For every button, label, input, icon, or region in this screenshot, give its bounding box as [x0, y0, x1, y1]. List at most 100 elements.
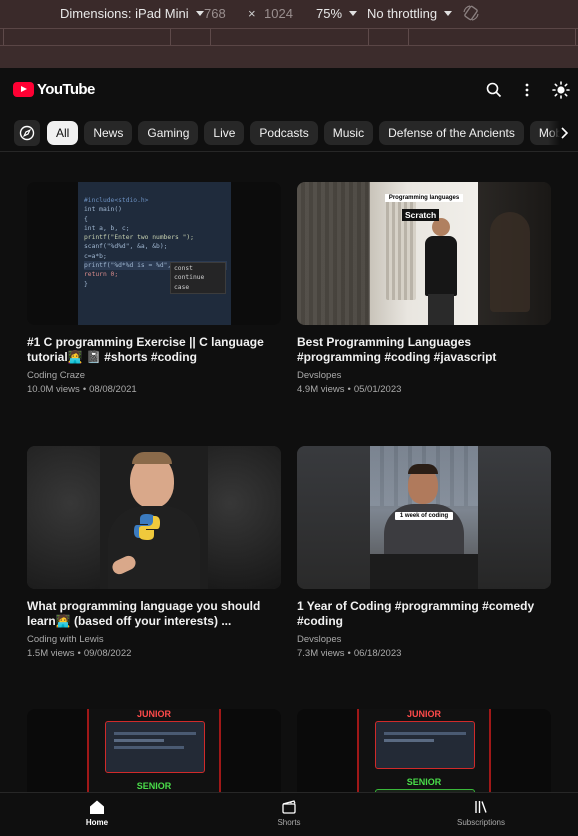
channel-name[interactable]: Devslopes: [297, 634, 551, 645]
chip-podcasts[interactable]: Podcasts: [250, 121, 318, 145]
nav-shorts[interactable]: Shorts: [249, 799, 329, 827]
view-count: 7.3M views: [297, 648, 345, 659]
youtube-play-icon: [13, 82, 34, 97]
video-meta: 10.0M views • 08/08/2021: [27, 384, 281, 395]
upload-date: 06/18/2023: [353, 648, 402, 659]
more-vert-icon: [525, 83, 529, 97]
logo-text: YouTube: [37, 81, 95, 98]
category-chip-bar: All News Gaming Live Podcasts Music Defe…: [0, 116, 578, 152]
meta-separator: •: [77, 648, 81, 659]
person-legs: [428, 294, 454, 325]
search-icon: [486, 82, 502, 98]
explore-button[interactable]: [14, 120, 40, 146]
channel-name[interactable]: Devslopes: [297, 370, 551, 381]
channel-name[interactable]: Coding with Lewis: [27, 634, 281, 645]
code-line: c=a*b;: [84, 252, 107, 260]
video-thumbnail[interactable]: #include<stdio.h> int main() { int a, b,…: [27, 182, 281, 325]
video-thumbnail[interactable]: Programming languages Scratch: [297, 182, 551, 325]
channel-name[interactable]: Coding Craze: [27, 370, 281, 381]
presenter-photo: [100, 446, 208, 589]
height-input[interactable]: 1024: [264, 6, 293, 21]
video-title[interactable]: Best Programming Languages #programming …: [297, 335, 551, 365]
code-snippet-box: [105, 721, 205, 773]
chevron-down-icon: [195, 11, 204, 16]
video-meta: 7.3M views • 06/18/2023: [297, 648, 551, 659]
chip-live[interactable]: Live: [204, 121, 245, 145]
throttle-label: No throttling: [367, 6, 438, 21]
view-count: 1.5M views: [27, 648, 75, 659]
video-meta: 4.9M views • 05/01/2023: [297, 384, 551, 395]
chip-dota[interactable]: Defense of the Ancients: [379, 121, 524, 145]
blurred-background: [27, 446, 100, 589]
zoom-select[interactable]: 75%: [316, 6, 358, 21]
senior-label: SENIOR: [406, 777, 442, 787]
video-title[interactable]: 1 Year of Coding #programming #comedy #c…: [297, 599, 551, 629]
video-card[interactable]: Programming languages Scratch Best Progr…: [297, 182, 551, 395]
suggestion: continue: [174, 274, 205, 282]
room-photo: [370, 182, 478, 325]
youtube-logo[interactable]: YouTube: [13, 81, 95, 98]
chevron-down-icon: [349, 11, 358, 16]
width-input[interactable]: 768: [204, 6, 226, 21]
thumb-caption: 1 week of coding: [395, 512, 453, 520]
throttle-select[interactable]: No throttling: [367, 6, 453, 21]
video-thumbnail[interactable]: [27, 446, 281, 589]
chevron-down-icon: [444, 11, 453, 16]
youtube-header: YouTube: [0, 68, 578, 112]
junior-label: JUNIOR: [136, 709, 171, 719]
video-card[interactable]: 1 week of coding 1 Year of Coding #progr…: [297, 446, 551, 659]
blurred-background: [297, 446, 370, 589]
rotate-icon: [463, 5, 479, 21]
times-label: ×: [248, 6, 256, 21]
theme-toggle-button[interactable]: [551, 80, 571, 100]
code-line: int main(): [84, 206, 122, 214]
media-query-ruler[interactable]: [0, 28, 578, 46]
person-hair: [408, 464, 438, 474]
chips-next-button[interactable]: [548, 116, 578, 150]
senior-label: SENIOR: [136, 781, 172, 791]
person-body: [425, 236, 457, 296]
junior-label: JUNIOR: [406, 709, 441, 719]
view-count: 10.0M views: [27, 384, 80, 395]
code-line: printf("Enter two numbers ");: [84, 234, 194, 242]
chip-news[interactable]: News: [84, 121, 133, 145]
chip-gaming[interactable]: Gaming: [138, 121, 199, 145]
blurred-background: [478, 182, 551, 325]
nav-home-label: Home: [85, 818, 109, 827]
blurred-background: [478, 446, 551, 589]
video-card[interactable]: #include<stdio.h> int main() { int a, b,…: [27, 182, 281, 395]
devtools-gutter: [0, 46, 578, 68]
video-title[interactable]: What programming language you should lea…: [27, 599, 281, 629]
chip-music[interactable]: Music: [323, 121, 374, 145]
person-hair: [132, 452, 172, 464]
upload-date: 09/08/2022: [83, 648, 132, 659]
python-logo-icon: [134, 514, 160, 540]
nav-subscriptions[interactable]: Subscriptions: [441, 799, 521, 827]
blurred-background: [297, 182, 370, 325]
video-card[interactable]: What programming language you should lea…: [27, 446, 281, 659]
nav-home[interactable]: Home: [57, 799, 137, 827]
shorts-icon: [282, 800, 296, 814]
autocomplete-popup: const continue case: [170, 262, 226, 294]
video-meta: 1.5M views • 09/08/2022: [27, 648, 281, 659]
more-options-button[interactable]: [517, 80, 537, 100]
meta-separator: •: [347, 648, 351, 659]
device-viewport: YouTube All News Gaming Live Podcasts Mu…: [0, 68, 578, 836]
video-thumbnail[interactable]: 1 week of coding: [297, 446, 551, 589]
devtools-device-toolbar: Dimensions: iPad Mini 768 × 1024 75% No …: [0, 0, 578, 28]
device-select[interactable]: Dimensions: iPad Mini: [60, 6, 204, 21]
chevron-right-icon: [561, 127, 568, 139]
meta-separator: •: [347, 384, 351, 395]
code-line: scanf("%d%d", &a, &b);: [84, 243, 168, 251]
upload-date: 05/01/2023: [353, 384, 402, 395]
thumb-caption: Programming languages: [385, 194, 463, 202]
thumb-word: Scratch: [402, 209, 440, 221]
code-line: {: [84, 215, 88, 223]
upload-date: 08/08/2021: [89, 384, 137, 395]
chip-all[interactable]: All: [47, 121, 79, 145]
rotate-button[interactable]: [462, 4, 480, 22]
nav-subscriptions-label: Subscriptions: [456, 818, 506, 827]
video-title[interactable]: #1 C programming Exercise || C language …: [27, 335, 281, 365]
subscriptions-icon: [475, 801, 487, 813]
search-button[interactable]: [484, 80, 504, 100]
